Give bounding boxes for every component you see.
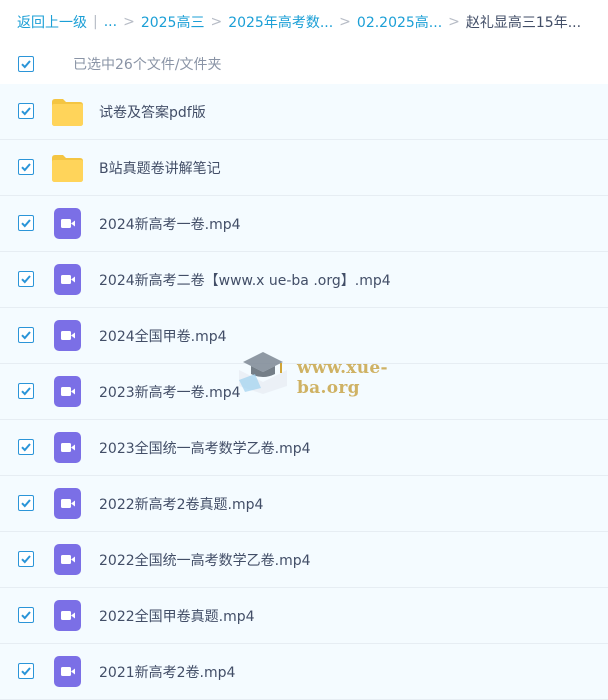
file-list: 试卷及答案pdf版 B站真题卷讲解笔记 2024新高考一卷.mp4 2024新高考二卷…: [0, 84, 608, 700]
file-row[interactable]: 2023新高考一卷.mp4: [0, 364, 608, 420]
checkmark-icon: [21, 275, 31, 284]
file-row[interactable]: 2024全国甲卷.mp4: [0, 308, 608, 364]
folder-icon: [51, 96, 84, 127]
file-name[interactable]: 2022全国甲卷真题.mp4: [99, 606, 255, 626]
file-row[interactable]: 2023全国统一高考数学乙卷.mp4: [0, 420, 608, 476]
file-row[interactable]: 2021新高考2卷.mp4: [0, 644, 608, 700]
selection-count: 已选中26个文件/文件夹: [73, 57, 222, 73]
file-row[interactable]: 2022新高考2卷真题.mp4: [0, 476, 608, 532]
chevron-right-icon: >: [123, 14, 135, 30]
breadcrumb-item-3[interactable]: 02.2025高...: [357, 12, 442, 32]
video-file-icon: [51, 656, 84, 687]
selection-bar: 已选中26个文件/文件夹: [0, 44, 608, 84]
file-row[interactable]: B站真题卷讲解笔记: [0, 140, 608, 196]
checkmark-icon: [21, 443, 31, 452]
file-row[interactable]: 2024新高考一卷.mp4: [0, 196, 608, 252]
file-name[interactable]: 2024全国甲卷.mp4: [99, 326, 227, 346]
chevron-right-icon: >: [339, 14, 351, 30]
row-checkbox[interactable]: [18, 495, 34, 511]
checkmark-icon: [21, 667, 31, 676]
checkmark-icon: [21, 499, 31, 508]
video-file-icon: [51, 320, 84, 351]
checkmark-icon: [21, 163, 31, 172]
row-checkbox[interactable]: [18, 439, 34, 455]
video-file-icon: [51, 208, 84, 239]
row-checkbox[interactable]: [18, 103, 34, 119]
select-all-checkbox[interactable]: [18, 56, 34, 72]
breadcrumb-item-1[interactable]: 2025高三: [141, 12, 205, 32]
video-file-icon: [51, 544, 84, 575]
video-file-icon: [51, 264, 84, 295]
folder-icon: [51, 152, 84, 183]
row-checkbox[interactable]: [18, 159, 34, 175]
file-name[interactable]: 2023新高考一卷.mp4: [99, 382, 241, 402]
checkmark-icon: [21, 107, 31, 116]
breadcrumb-ellipsis[interactable]: ...: [104, 14, 117, 30]
file-row[interactable]: 2022全国甲卷真题.mp4: [0, 588, 608, 644]
file-name[interactable]: 2021新高考2卷.mp4: [99, 662, 235, 682]
chevron-right-icon: >: [210, 14, 223, 30]
back-link[interactable]: 返回上一级: [17, 12, 87, 32]
video-file-icon: [51, 432, 84, 463]
video-file-icon: [51, 488, 84, 519]
chevron-right-icon: >: [448, 14, 460, 30]
file-name[interactable]: 2022全国统一高考数学乙卷.mp4: [99, 550, 311, 570]
row-checkbox[interactable]: [18, 327, 34, 343]
checkmark-icon: [21, 611, 31, 620]
file-row[interactable]: 试卷及答案pdf版: [0, 84, 608, 140]
row-checkbox[interactable]: [18, 271, 34, 287]
file-row[interactable]: 2022全国统一高考数学乙卷.mp4: [0, 532, 608, 588]
file-name[interactable]: 试卷及答案pdf版: [99, 102, 206, 122]
video-file-icon: [51, 600, 84, 631]
row-checkbox[interactable]: [18, 383, 34, 399]
file-name[interactable]: 2022新高考2卷真题.mp4: [99, 494, 263, 514]
row-checkbox[interactable]: [18, 663, 34, 679]
breadcrumb: 返回上一级 | ... > 2025高三 > 2025年高考数... > 02.…: [0, 0, 608, 44]
checkmark-icon: [21, 60, 31, 69]
file-name[interactable]: 2024新高考二卷【www.x ue-ba .org】.mp4: [99, 270, 391, 290]
breadcrumb-current: 赵礼显高三15年...: [465, 15, 582, 31]
checkmark-icon: [21, 331, 31, 340]
video-file-icon: [51, 376, 84, 407]
row-checkbox[interactable]: [18, 551, 34, 567]
checkmark-icon: [21, 387, 31, 396]
row-checkbox[interactable]: [18, 215, 34, 231]
checkmark-icon: [21, 555, 31, 564]
file-row[interactable]: 2024新高考二卷【www.x ue-ba .org】.mp4: [0, 252, 608, 308]
row-checkbox[interactable]: [18, 607, 34, 623]
checkmark-icon: [21, 219, 31, 228]
breadcrumb-divider: |: [93, 14, 98, 30]
file-name[interactable]: 2023全国统一高考数学乙卷.mp4: [99, 438, 311, 458]
file-name[interactable]: 2024新高考一卷.mp4: [99, 214, 241, 234]
breadcrumb-item-2[interactable]: 2025年高考数...: [228, 12, 333, 32]
file-name[interactable]: B站真题卷讲解笔记: [99, 158, 221, 178]
